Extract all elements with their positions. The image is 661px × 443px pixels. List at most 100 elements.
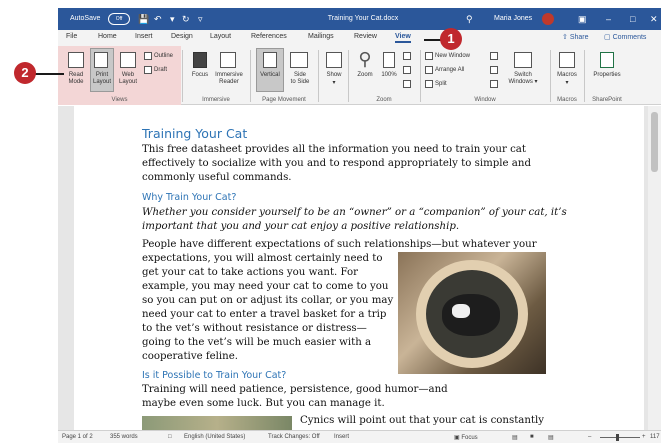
undo-dropdown-icon[interactable]: ▾ [170, 8, 175, 30]
zoom-out-icon[interactable]: – [588, 434, 591, 440]
autosave-toggle[interactable]: Off [108, 13, 130, 25]
zoom-slider-knob[interactable] [616, 434, 619, 441]
immersive-reader-icon[interactable] [220, 52, 236, 68]
heading-is-it-possible: Is it Possible to Train Your Cat? [142, 370, 287, 381]
customize-toolbar-icon[interactable]: ▿ [198, 8, 203, 30]
synchronous-scrolling-icon[interactable] [490, 66, 498, 74]
document-page[interactable]: Training Your Cat This free datasheet pr… [74, 106, 644, 443]
print-layout-button[interactable]: Print Layout [90, 72, 114, 86]
print-layout-label-1: Print [95, 72, 109, 78]
hundred-percent-button[interactable]: 100% [378, 72, 400, 79]
track-changes-status[interactable]: Track Changes: Off [268, 434, 320, 440]
zoom-in-icon[interactable]: + [642, 434, 646, 440]
draft-button[interactable]: Draft [154, 67, 167, 74]
focus-button[interactable]: Focus [188, 72, 212, 79]
show-icon[interactable] [326, 52, 342, 68]
redo-icon[interactable]: ↻ [182, 8, 190, 30]
read-mode-icon[interactable] [68, 52, 84, 68]
macros-group-label: Macros [557, 97, 577, 103]
show-button[interactable]: Show [322, 72, 346, 79]
read-mode-status-icon[interactable]: ▤ [512, 434, 518, 441]
tab-file[interactable]: File [66, 33, 77, 40]
save-icon[interactable]: 💾 [138, 8, 149, 30]
properties-icon[interactable] [600, 52, 614, 68]
split-button[interactable]: Split [435, 81, 447, 88]
language-status[interactable]: English (United States) [184, 434, 245, 440]
web-layout-icon[interactable] [120, 52, 136, 68]
arrange-all-icon[interactable] [425, 66, 433, 74]
why-paragraph: Whether you consider yourself to be an “… [142, 207, 567, 232]
page-width-icon[interactable] [403, 80, 411, 88]
close-icon[interactable]: ✕ [650, 8, 658, 30]
focus-icon[interactable] [193, 52, 207, 68]
maximize-icon[interactable]: □ [630, 8, 635, 30]
tab-design[interactable]: Design [171, 33, 193, 40]
scrollbar-thumb[interactable] [651, 112, 658, 172]
tab-layout[interactable]: Layout [210, 33, 231, 40]
immersive-reader-label-2: Reader [219, 79, 239, 85]
second-photo[interactable] [142, 416, 292, 430]
arrange-all-button[interactable]: Arrange All [435, 67, 464, 74]
side-to-side-button[interactable]: Side to Side [286, 72, 314, 86]
web-layout-status-icon[interactable]: ▤ [548, 434, 554, 441]
switch-windows-button[interactable]: Switch Windows ▾ [504, 72, 542, 86]
vertical-button[interactable]: Vertical [256, 72, 284, 79]
page-count[interactable]: Page 1 of 2 [62, 434, 93, 440]
web-layout-button[interactable]: Web Layout [116, 72, 140, 86]
chevron-down-icon[interactable]: ▾ [553, 80, 581, 87]
focus-mode-button[interactable]: ▣ Focus [454, 434, 478, 441]
focus-mode-label: Focus [461, 435, 478, 441]
properties-button[interactable]: Properties [588, 72, 626, 79]
chevron-down-icon[interactable]: ▾ [322, 80, 346, 87]
insert-mode-status[interactable]: Insert [334, 434, 349, 440]
side-to-side-icon[interactable] [290, 52, 308, 68]
tab-view[interactable]: View [395, 33, 411, 43]
word-count[interactable]: 355 words [110, 434, 138, 440]
read-mode-button[interactable]: Read Mode [64, 72, 88, 86]
separator [420, 50, 421, 102]
minimize-icon[interactable]: – [606, 8, 611, 30]
macros-button[interactable]: Macros [553, 72, 581, 79]
cat-in-basket-photo[interactable] [398, 252, 546, 374]
vertical-icon[interactable] [263, 52, 277, 68]
outline-button[interactable]: Outline [154, 53, 173, 60]
zoom-button[interactable]: Zoom [352, 72, 378, 79]
print-layout-status-icon[interactable]: ■ [530, 434, 534, 440]
outline-icon[interactable] [144, 52, 152, 60]
zoom-icon[interactable]: ⚲ [352, 48, 378, 70]
one-page-icon[interactable] [403, 52, 411, 60]
hundred-percent-icon[interactable] [383, 52, 395, 68]
new-window-icon[interactable] [425, 52, 433, 60]
user-name[interactable]: Maria Jones [494, 8, 532, 30]
share-button[interactable]: ⇧ Share [562, 33, 589, 41]
document-title: Training Your Cat.docx [327, 15, 399, 22]
zoom-slider[interactable] [600, 437, 640, 438]
callout-marker-1: 1 [440, 28, 462, 50]
vertical-scrollbar[interactable] [648, 106, 661, 430]
ribbon-display-options-icon[interactable]: ▣ [578, 8, 587, 30]
zoom-level[interactable]: 117 [650, 434, 660, 440]
avatar[interactable] [542, 13, 554, 25]
multiple-pages-icon[interactable] [403, 66, 411, 74]
reset-window-position-icon[interactable] [490, 80, 498, 88]
tab-insert[interactable]: Insert [135, 33, 153, 40]
draft-icon[interactable] [144, 66, 152, 74]
switch-windows-label-1: Switch [514, 72, 532, 78]
ribbon-view: Read Mode Print Layout Web Layout Outline D… [58, 46, 661, 105]
proofing-icon[interactable]: □ [168, 434, 172, 440]
search-icon[interactable]: ⚲ [466, 8, 473, 30]
tab-references[interactable]: References [251, 33, 287, 40]
view-side-by-side-icon[interactable] [490, 52, 498, 60]
tab-mailings[interactable]: Mailings [308, 33, 334, 40]
switch-windows-icon[interactable] [514, 52, 532, 68]
immersive-reader-button[interactable]: Immersive Reader [213, 72, 245, 86]
new-window-button[interactable]: New Window [435, 53, 470, 60]
tab-home[interactable]: Home [98, 33, 117, 40]
print-layout-icon[interactable] [94, 52, 108, 68]
undo-icon[interactable]: ↶ [154, 8, 162, 30]
split-icon[interactable] [425, 80, 433, 88]
comments-button[interactable]: ▢ Comments [604, 33, 646, 41]
macros-icon[interactable] [559, 52, 575, 68]
tab-review[interactable]: Review [354, 33, 377, 40]
document-canvas[interactable]: Training Your Cat This free datasheet pr… [58, 106, 661, 443]
